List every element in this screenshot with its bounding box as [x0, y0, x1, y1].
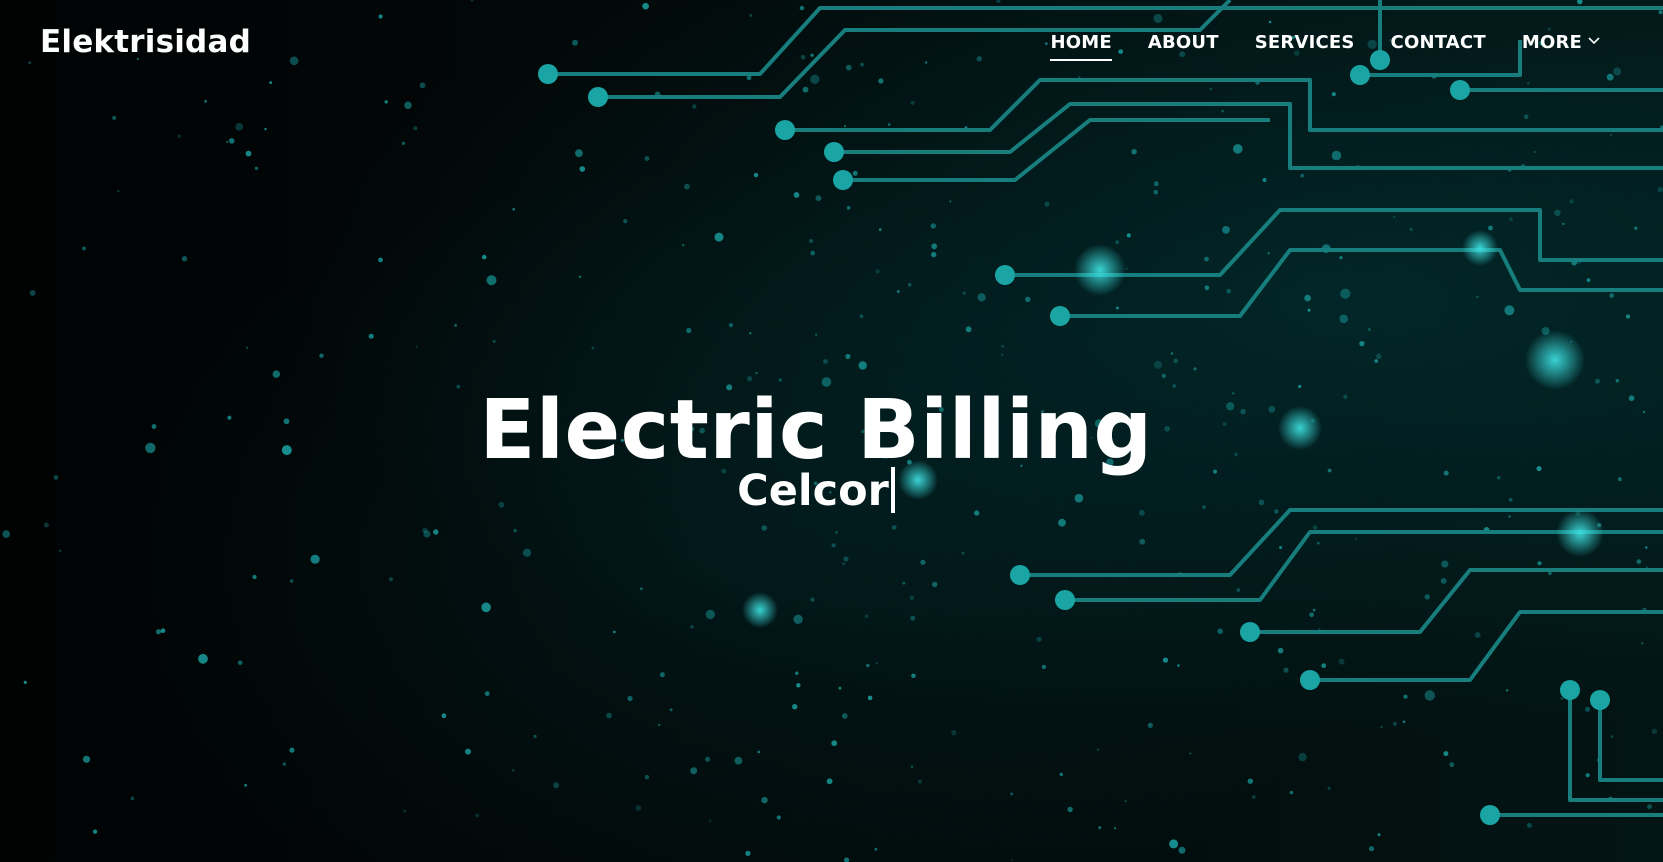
nav-item-more[interactable]: MORE	[1522, 32, 1600, 61]
brand-logo[interactable]: Elektrisidad	[40, 24, 251, 60]
top-navbar: Elektrisidad HOME ABOUT SERVICES CONTACT…	[0, 0, 1663, 92]
chevron-down-icon	[1588, 37, 1600, 45]
typing-cursor	[890, 467, 895, 513]
typed-text: Celcor	[737, 466, 889, 516]
nav-item-services[interactable]: SERVICES	[1255, 32, 1355, 61]
hero-title: Electric Billing	[479, 382, 1153, 478]
hero-typed-subtitle: Celcor	[0, 466, 1632, 516]
nav-item-contact[interactable]: CONTACT	[1391, 32, 1486, 61]
hero-section: Elektrisidad HOME ABOUT SERVICES CONTACT…	[0, 0, 1663, 862]
nav-item-home[interactable]: HOME	[1050, 32, 1113, 61]
nav-menu: HOME ABOUT SERVICES CONTACT MORE	[1050, 32, 1600, 61]
nav-item-about[interactable]: ABOUT	[1148, 32, 1219, 61]
nav-item-more-label: MORE	[1521, 32, 1582, 53]
